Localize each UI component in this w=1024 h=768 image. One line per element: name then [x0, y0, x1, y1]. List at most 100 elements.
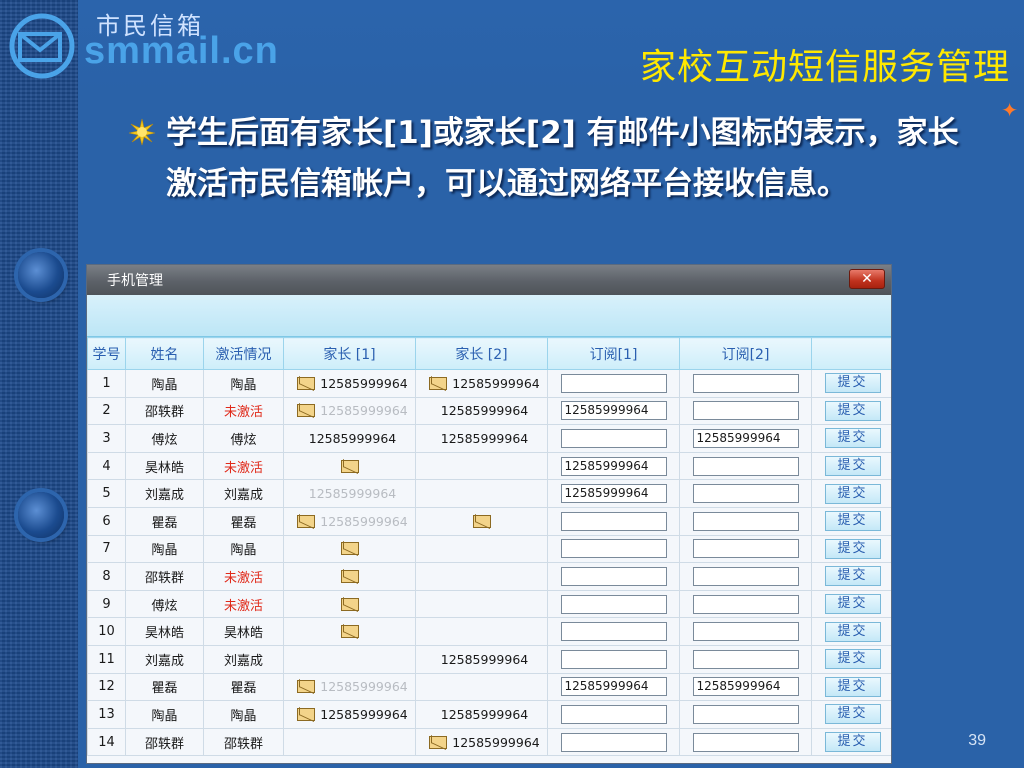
close-button[interactable]: ✕	[849, 269, 885, 289]
subscription-1-input[interactable]: 12585999964	[560, 484, 667, 504]
parent-phone-number: 12585999964	[440, 706, 529, 722]
subscription-2-input[interactable]	[692, 566, 799, 586]
subscription-2-input[interactable]: 12585999964	[692, 677, 799, 697]
submit-button[interactable]: 提交	[824, 400, 881, 421]
student-id-cell: 3	[87, 424, 126, 453]
subscription-1-input[interactable]	[560, 622, 667, 642]
subscription-1-input[interactable]	[560, 539, 667, 559]
submit-cell: 提交	[811, 727, 891, 757]
subscription-2-input[interactable]	[692, 373, 799, 393]
parent-2-cell	[415, 506, 548, 536]
subscription-2-cell	[679, 479, 812, 508]
subscription-1-input[interactable]	[560, 511, 667, 531]
subscription-1-input[interactable]	[560, 594, 667, 614]
subscription-2-input[interactable]	[692, 732, 799, 752]
submit-button[interactable]: 提交	[824, 649, 881, 670]
parent-phone-number: 12585999964	[440, 403, 529, 419]
subscription-2-input[interactable]	[692, 456, 799, 476]
activation-status-cell: 刘嘉成	[203, 479, 284, 508]
column-header: 激活情况	[203, 337, 284, 370]
subscription-1-input[interactable]: 12585999964	[560, 677, 667, 697]
mail-icon	[341, 625, 359, 639]
subscription-2-input[interactable]	[692, 594, 799, 614]
subscription-2-cell	[679, 589, 812, 619]
parent-2-cell	[415, 589, 548, 619]
student-name-cell: 陶晶	[125, 534, 204, 564]
submit-button[interactable]: 提交	[824, 704, 881, 725]
subscription-2-input[interactable]	[692, 539, 799, 559]
table-header-row: 学号 姓名 激活情况 家长 [1] 家长 [2] 订阅[1] 订阅[2]	[87, 337, 891, 370]
subscription-1-input[interactable]	[560, 566, 667, 586]
subscription-1-input[interactable]	[560, 704, 667, 724]
submit-button[interactable]: 提交	[824, 566, 881, 587]
subscription-2-cell	[679, 451, 812, 481]
table-row: 1 陶晶 陶晶 12585999964 12585999964 提交	[87, 369, 891, 398]
student-name-cell: 瞿磊	[125, 506, 204, 536]
subscription-1-input[interactable]: 12585999964	[560, 401, 667, 421]
mail-icon	[297, 404, 316, 418]
parent-1-cell	[283, 562, 416, 591]
student-id-cell: 2	[87, 396, 126, 426]
parent-1-cell	[283, 451, 416, 481]
parent-2-cell	[415, 617, 548, 646]
parent-1-cell: 12585999964	[283, 672, 416, 702]
submit-button[interactable]: 提交	[824, 732, 881, 753]
submit-button[interactable]: 提交	[824, 511, 881, 532]
subscription-2-input[interactable]	[692, 704, 799, 724]
submit-button[interactable]: 提交	[824, 538, 881, 559]
student-name-cell: 刘嘉成	[125, 479, 204, 508]
window-title: 手机管理	[107, 273, 163, 289]
mail-icon	[429, 735, 448, 749]
page-number: 39	[968, 732, 986, 749]
submit-button[interactable]: 提交	[824, 428, 881, 449]
submit-button[interactable]: 提交	[824, 483, 881, 504]
subscription-1-cell	[547, 506, 680, 536]
subscription-1-input[interactable]	[560, 649, 667, 669]
submit-button[interactable]: 提交	[824, 676, 881, 697]
subscription-2-cell	[679, 534, 812, 564]
subscription-1-input[interactable]	[560, 428, 667, 448]
subscription-1-input[interactable]: 12585999964	[560, 456, 667, 476]
subscription-2-input[interactable]: 12585999964	[692, 428, 799, 448]
mail-icon	[297, 376, 316, 390]
mail-icon	[341, 597, 359, 611]
submit-cell: 提交	[811, 396, 891, 426]
parent-phone-number: 12585999964	[320, 679, 408, 695]
parent-2-cell: 12585999964	[415, 727, 548, 757]
subscription-2-input[interactable]	[692, 649, 799, 669]
subscription-2-input[interactable]	[692, 511, 799, 531]
submit-button[interactable]: 提交	[824, 373, 881, 394]
mail-icon	[341, 542, 359, 556]
parent-phone-number: 12585999964	[308, 486, 397, 502]
parent-2-cell: 12585999964	[415, 369, 548, 398]
column-header: 家长 [1]	[283, 337, 416, 370]
column-header	[811, 337, 891, 370]
phone-table: 学号 姓名 激活情况 家长 [1] 家长 [2] 订阅[1] 订阅[2] 1 陶晶 陶晶 1258…	[87, 337, 891, 757]
column-header: 订阅[1]	[547, 337, 680, 370]
subscription-2-input[interactable]	[692, 401, 799, 421]
submit-button[interactable]: 提交	[824, 594, 881, 615]
window-toolbar	[87, 295, 891, 337]
submit-cell: 提交	[811, 644, 891, 674]
subscription-1-cell	[547, 700, 680, 729]
parent-2-cell	[415, 479, 548, 508]
table-row: 6 瞿磊 瞿磊 12585999964 提交	[87, 506, 891, 536]
parent-phone-number: 12585999964	[452, 734, 540, 750]
submit-cell: 提交	[811, 479, 891, 508]
column-header: 姓名	[125, 337, 204, 370]
activation-status-cell: 未激活	[203, 589, 284, 619]
subscription-1-input[interactable]	[560, 373, 667, 393]
subscription-2-input[interactable]	[692, 484, 799, 504]
subscription-2-cell	[679, 506, 812, 536]
subscription-1-cell	[547, 424, 680, 453]
subscription-2-input[interactable]	[692, 622, 799, 642]
activation-status-cell: 未激活	[203, 396, 284, 426]
student-id-cell: 11	[87, 644, 126, 674]
submit-button[interactable]: 提交	[824, 456, 881, 477]
subscription-1-input[interactable]	[560, 732, 667, 752]
subscription-1-cell: 12585999964	[547, 672, 680, 702]
column-header: 订阅[2]	[679, 337, 812, 370]
submit-button[interactable]: 提交	[824, 621, 881, 642]
table-row: 3 傅炫 傅炫 12585999964 12585999964 12585999964 提交	[87, 424, 891, 453]
student-name-cell: 邵轶群	[125, 727, 204, 757]
